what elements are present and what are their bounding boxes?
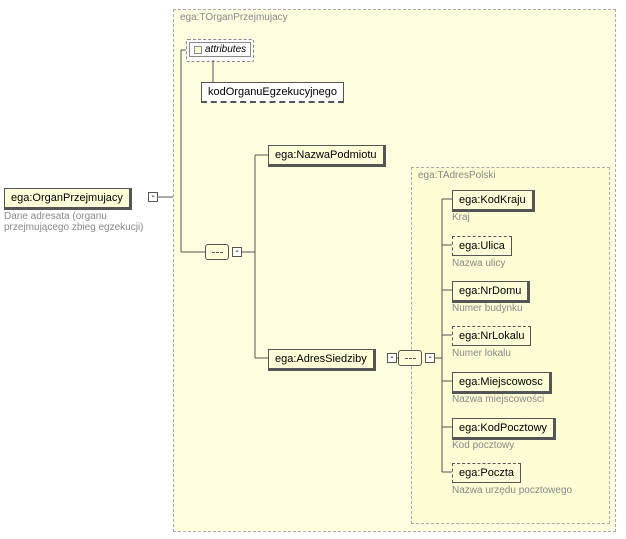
- group-tadres-label: ega:TAdresPolski: [418, 170, 496, 181]
- elem-poczta-label: ega:Poczta: [459, 467, 514, 479]
- attr-kodOrganu-label: kodOrganuEgzekucyjnego: [208, 86, 337, 98]
- adres-expand-icon[interactable]: -: [387, 353, 397, 363]
- root-expand-icon[interactable]: -: [148, 192, 158, 202]
- elem-ulica-label: ega:Ulica: [459, 240, 505, 252]
- seq2-expand-icon[interactable]: -: [425, 353, 435, 363]
- elem-poczta: ega:Poczta: [452, 463, 521, 483]
- elem-miejscowosc-label: ega:Miejscowosc: [459, 376, 543, 388]
- elem-kodkraju-label: ega:KodKraju: [459, 194, 526, 206]
- attributes-header: attributes: [189, 42, 251, 57]
- cap-nrlokalu: Numer lokalu: [452, 348, 511, 359]
- cap-kodkraju: Kraj: [452, 212, 470, 223]
- root-element-label: ega:OrganPrzejmujacy: [11, 192, 123, 204]
- cap-miejscowosc: Nazwa miejscowości: [452, 394, 544, 405]
- root-element: ega:OrganPrzejmujacy: [4, 188, 132, 210]
- elem-miejscowosc: ega:Miejscowosc: [452, 372, 552, 394]
- elem-nrdomu-label: ega:NrDomu: [459, 285, 521, 297]
- elem-nrlokalu-label: ega:NrLokalu: [459, 330, 524, 342]
- elem-kodpocztowy-label: ega:KodPocztowy: [459, 422, 547, 434]
- attributes-title: attributes: [205, 44, 246, 55]
- cap-nrdomu: Numer budynku: [452, 303, 523, 314]
- elem-kodkraju: ega:KodKraju: [452, 190, 535, 212]
- seq-connector-2: [398, 350, 422, 366]
- group-torgan-label: ega:TOrganPrzejmujacy: [180, 12, 288, 23]
- cap-kodpocztowy: Kod pocztowy: [452, 440, 514, 451]
- seq-connector-1: [205, 244, 229, 260]
- root-caption: Dane adresata (organu przejmującego zbie…: [4, 211, 154, 233]
- seq1-expand-icon[interactable]: -: [232, 247, 242, 257]
- cap-ulica: Nazwa ulicy: [452, 258, 505, 269]
- elem-ulica: ega:Ulica: [452, 236, 512, 256]
- elem-adres: ega:AdresSiedziby: [268, 349, 376, 371]
- attributes-box: attributes: [186, 39, 254, 62]
- attr-kodOrganu: kodOrganuEgzekucyjnego: [201, 82, 344, 103]
- elem-adres-label: ega:AdresSiedziby: [275, 353, 367, 365]
- cap-poczta: Nazwa urzędu pocztowego: [452, 485, 572, 496]
- elem-nrlokalu: ega:NrLokalu: [452, 326, 531, 346]
- elem-nazwa-label: ega:NazwaPodmiotu: [275, 149, 377, 161]
- attributes-icon: [194, 46, 202, 54]
- elem-nazwa: ega:NazwaPodmiotu: [268, 145, 386, 167]
- elem-nrdomu: ega:NrDomu: [452, 281, 530, 303]
- diagram-canvas: ega:TOrganPrzejmujacy ega:TAdresPolski a…: [0, 0, 626, 539]
- elem-kodpocztowy: ega:KodPocztowy: [452, 418, 556, 440]
